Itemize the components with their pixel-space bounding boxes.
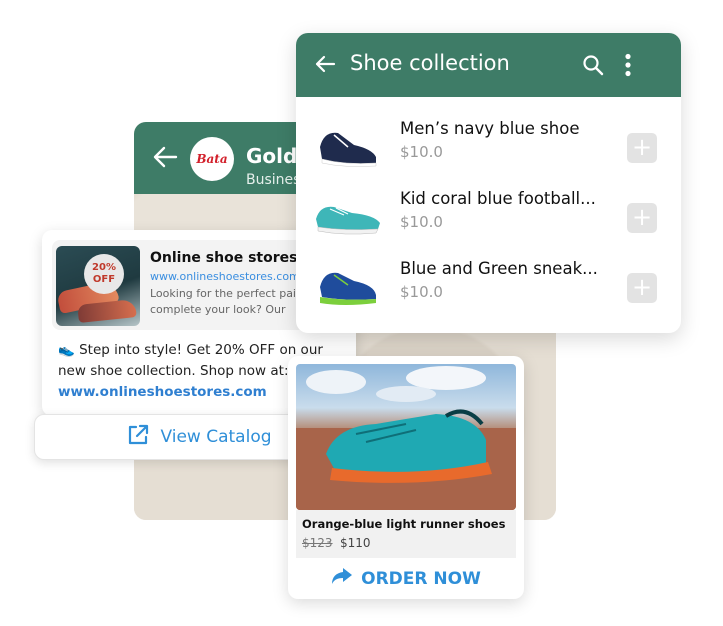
external-link-icon <box>126 423 150 452</box>
order-now-label: ORDER NOW <box>361 568 481 589</box>
list-item[interactable]: Blue and Green sneak... $10.0 + <box>296 249 681 319</box>
back-arrow-icon[interactable] <box>314 53 336 79</box>
product-name: Kid coral blue football... <box>400 189 596 208</box>
message-link[interactable]: www.onlineshoestores.com <box>58 384 267 400</box>
product-name: Men’s navy blue shoe <box>400 119 580 138</box>
product-price: $10.0 <box>400 283 443 301</box>
shoe-image <box>320 132 377 167</box>
add-button[interactable]: + <box>627 133 657 163</box>
order-card: Orange-blue light runner shoes $123 $110… <box>288 356 524 599</box>
discount-badge: 20% OFF <box>84 254 124 294</box>
new-price: $110 <box>340 536 371 550</box>
view-catalog-label: View Catalog <box>160 427 272 447</box>
shoe-image <box>296 366 516 510</box>
back-arrow-icon[interactable] <box>152 145 178 174</box>
link-title: Online shoe stores <box>150 250 298 266</box>
product-price: $10.0 <box>400 213 443 231</box>
list-item[interactable]: Men’s navy blue shoe $10.0 + <box>296 109 681 179</box>
share-arrow-icon <box>331 566 353 591</box>
shoe-collection-window: Shoe collection Men’s navy blue shoe $10… <box>296 33 681 333</box>
link-url: www.onlineshoestores.com <box>150 270 300 283</box>
product-name: Blue and Green sneak... <box>400 259 598 278</box>
add-button[interactable]: + <box>627 273 657 303</box>
plus-icon: + <box>631 273 653 301</box>
product-title: Orange-blue light runner shoes <box>302 517 506 531</box>
ad-thumbnail: 20% OFF <box>56 246 140 326</box>
old-price: $123 <box>302 536 333 550</box>
list-item[interactable]: Kid coral blue football... $10.0 + <box>296 179 681 249</box>
avatar[interactable]: Bata <box>190 137 234 181</box>
search-icon[interactable] <box>582 54 604 80</box>
order-info: Orange-blue light runner shoes $123 $110 <box>296 510 516 558</box>
product-photo <box>296 364 516 510</box>
product-price: $10.0 <box>400 143 443 161</box>
collection-header: Shoe collection <box>296 33 681 97</box>
logo-text: Bata <box>196 152 228 166</box>
shoe-image <box>320 272 376 305</box>
more-vert-icon[interactable] <box>623 53 633 81</box>
plus-icon: + <box>631 203 653 231</box>
shoe-image <box>316 206 380 235</box>
contact-subtitle: Busines <box>246 172 301 188</box>
order-now-button[interactable]: ORDER NOW <box>288 558 524 599</box>
message-body: 👟 Step into style! Get 20% OFF on our ne… <box>58 342 323 379</box>
page-title: Shoe collection <box>350 51 510 75</box>
add-button[interactable]: + <box>627 203 657 233</box>
plus-icon: + <box>631 133 653 161</box>
